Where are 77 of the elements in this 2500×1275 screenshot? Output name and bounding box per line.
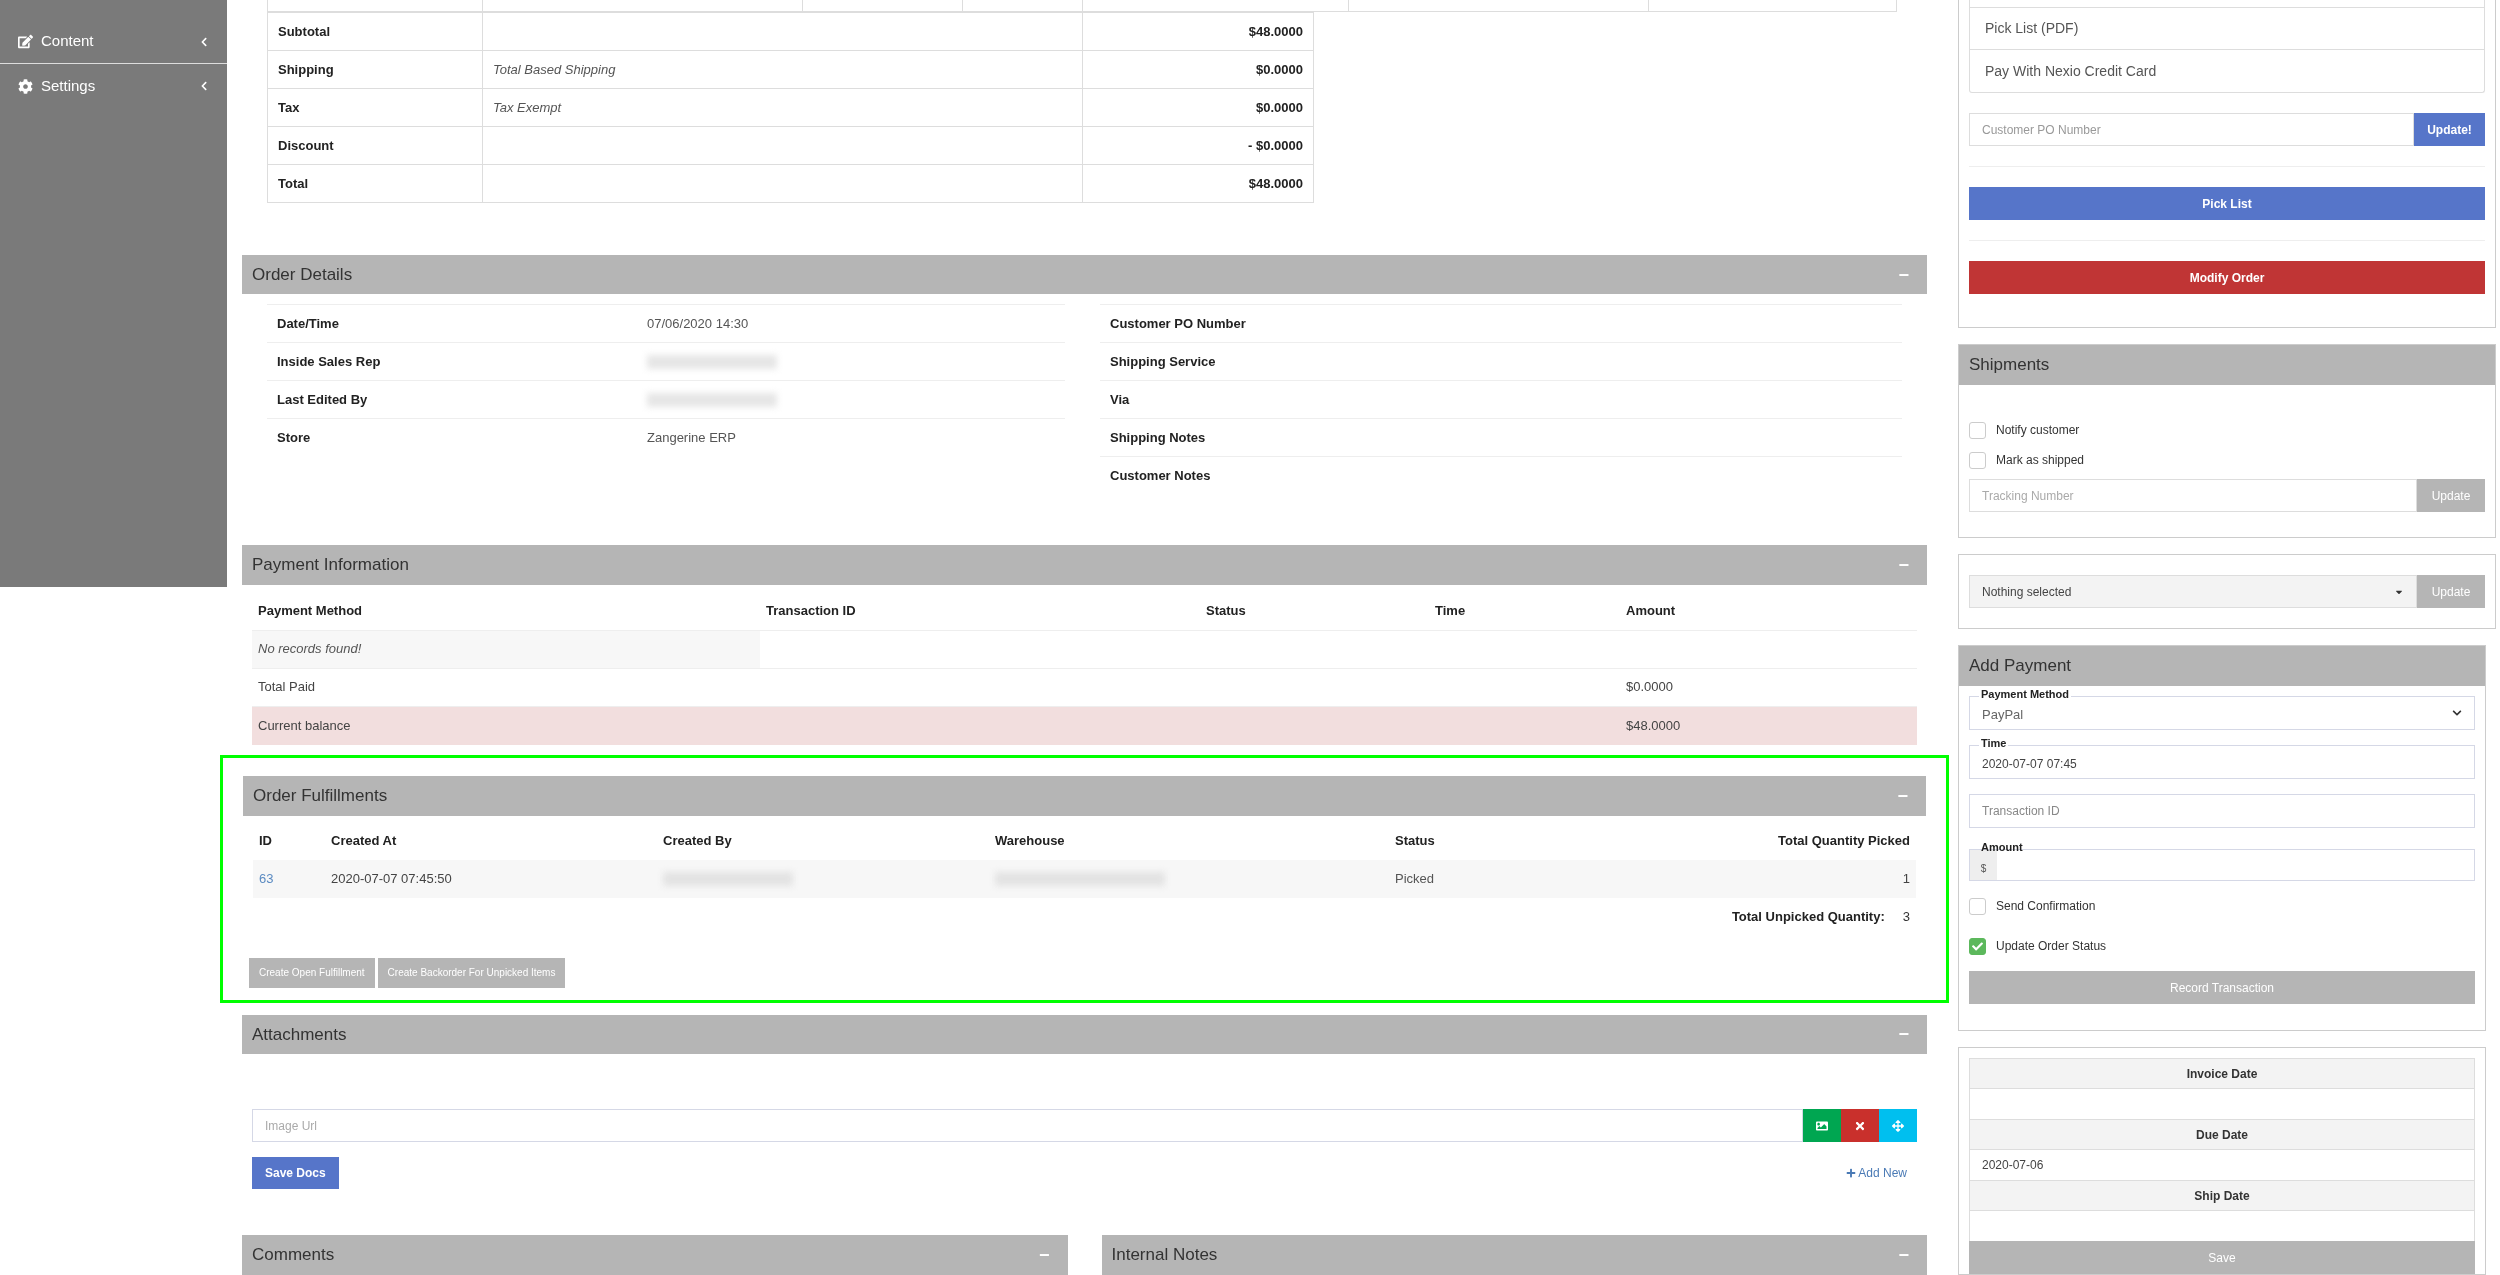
column-header: Status bbox=[1205, 602, 1247, 621]
panel-title: Comments bbox=[252, 1244, 335, 1267]
detail-label: Shipping Notes bbox=[1109, 429, 1207, 448]
save-docs-button[interactable]: Save Docs bbox=[252, 1157, 339, 1189]
summary-label: Total Paid bbox=[257, 678, 317, 697]
summary-amount: $0.0000 bbox=[1625, 678, 1674, 697]
total-label: Shipping bbox=[267, 50, 483, 89]
tracking-number-field[interactable]: Tracking Number bbox=[1969, 479, 2417, 512]
total-amount: $0.0000 bbox=[1082, 88, 1314, 127]
total-amount: $48.0000 bbox=[1082, 12, 1314, 51]
total-label: Tax bbox=[267, 88, 483, 127]
checkbox-label: Mark as shipped bbox=[1996, 452, 2085, 469]
detail-value: Zangerine ERP bbox=[647, 429, 736, 448]
empty-message: No records found! bbox=[252, 630, 760, 668]
column-header: Created By bbox=[662, 831, 733, 850]
action-link[interactable]: Pay With Nexio Credit Card bbox=[1970, 50, 2484, 92]
column-header: ID bbox=[258, 831, 273, 850]
fulfillment-link[interactable]: 63 bbox=[253, 868, 325, 889]
po-number-field[interactable]: Customer PO Number bbox=[1969, 113, 2414, 146]
panel-title: Attachments bbox=[252, 1023, 347, 1046]
detail-label: Customer Notes bbox=[1109, 467, 1212, 486]
column-header: Total Quantity Picked bbox=[1777, 831, 1911, 850]
transaction-id-field[interactable]: Transaction ID bbox=[1969, 794, 2475, 828]
panel-title: Internal Notes bbox=[1111, 1244, 1218, 1267]
detail-label: Customer PO Number bbox=[1109, 315, 1247, 334]
date-header: Invoice Date bbox=[1969, 1058, 2475, 1089]
panel-title: Shipments bbox=[1969, 354, 2050, 377]
table-cell-text: 2020-07-07 07:45:50 bbox=[330, 869, 453, 888]
table-cell-text: 1 bbox=[1901, 869, 1911, 888]
column-header: Time bbox=[1434, 602, 1467, 621]
total-amount: $0.0000 bbox=[1082, 50, 1314, 89]
summary-amount: $48.0000 bbox=[1625, 716, 1682, 735]
checkbox-label: Notify customer bbox=[1996, 422, 2080, 439]
detail-label: Shipping Service bbox=[1109, 353, 1217, 372]
total-amount: - $0.0000 bbox=[1082, 126, 1314, 165]
total-label: Subtotal bbox=[267, 12, 483, 51]
summary-label: Current balance bbox=[257, 716, 352, 735]
unpicked-value: 3 bbox=[1902, 907, 1910, 926]
panel-title: Order Details bbox=[252, 263, 353, 286]
detail-label: Last Edited By bbox=[276, 391, 369, 410]
checkbox-label: Send Confirmation bbox=[1996, 898, 2096, 915]
add-new-link[interactable]: Add New bbox=[1846, 1164, 1907, 1182]
checkbox-label: Update Order Status bbox=[1996, 938, 2107, 955]
status-select[interactable]: Nothing selected bbox=[1969, 575, 2417, 608]
image-url-field[interactable]: Image Url bbox=[252, 1109, 1803, 1142]
total-amount: $48.0000 bbox=[1082, 164, 1314, 203]
action-link[interactable]: Pick List (PDF) bbox=[1970, 8, 2484, 50]
panel-title: Payment Information bbox=[252, 554, 409, 577]
sidebar-item[interactable]: Settings bbox=[0, 64, 227, 108]
total-note: Tax Exempt bbox=[493, 99, 562, 115]
column-header: Warehouse bbox=[994, 831, 1066, 850]
panel-title: Order Fulfillments bbox=[253, 784, 388, 807]
detail-label: Store bbox=[276, 429, 312, 448]
column-header: Payment Method bbox=[257, 602, 363, 621]
total-note: Total Based Shipping bbox=[493, 61, 616, 77]
sidebar-item[interactable]: Content bbox=[0, 20, 227, 64]
unpicked-label: Total Unpicked Quantity: bbox=[1731, 907, 1885, 926]
detail-value: 07/06/2020 14:30 bbox=[647, 315, 749, 334]
detail-label: Inside Sales Rep bbox=[276, 353, 382, 372]
detail-label: Via bbox=[1109, 391, 1131, 410]
update-button[interactable]: Update! bbox=[2414, 113, 2485, 146]
column-header: Created At bbox=[330, 831, 398, 850]
detail-label: Date/Time bbox=[276, 315, 340, 334]
total-label: Discount bbox=[267, 126, 483, 165]
date-header: Ship Date bbox=[1969, 1180, 2475, 1211]
date-header: Due Date bbox=[1969, 1119, 2475, 1150]
table-cell-text: Picked bbox=[1394, 869, 1436, 888]
currency-addon: $ bbox=[1970, 850, 1997, 880]
column-header: Amount bbox=[1625, 602, 1677, 621]
field-label: Time bbox=[1979, 736, 2009, 750]
panel-title: Add Payment bbox=[1969, 655, 2072, 678]
modify-order-button[interactable]: Modify Order bbox=[1969, 261, 2485, 294]
column-header: Transaction ID bbox=[765, 602, 857, 621]
total-label: Total bbox=[267, 164, 483, 203]
column-header: Status bbox=[1394, 831, 1436, 850]
field-label: Payment Method bbox=[1979, 687, 2071, 701]
pick-list-button[interactable]: Pick List bbox=[1969, 187, 2485, 220]
